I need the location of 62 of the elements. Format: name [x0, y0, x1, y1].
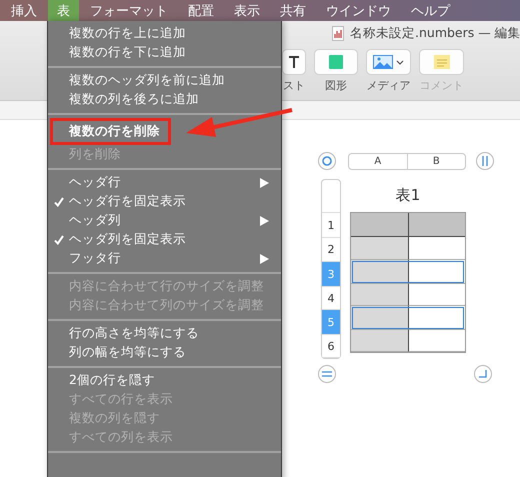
table-cell[interactable] [351, 237, 408, 260]
select-table-handle[interactable] [318, 152, 336, 170]
menu-item[interactable]: 列の幅を均等にする [48, 343, 281, 362]
menu-item[interactable]: 複数のヘッダ列を前に追加 [48, 71, 281, 90]
row-header[interactable]: 3 [322, 262, 340, 287]
chevron-icon [396, 60, 404, 64]
menu-item[interactable]: 複数の行を下に追加 [48, 43, 281, 62]
table-cell[interactable] [351, 330, 408, 352]
menu-item[interactable]: 行の高さを均等にする [48, 324, 281, 343]
table-cell[interactable] [408, 237, 465, 260]
menu-bar-item[interactable]: フォーマット [81, 0, 177, 21]
column-header[interactable]: A [349, 154, 406, 168]
toolbar-label: スト [283, 78, 305, 93]
checkmark-icon [54, 196, 64, 206]
triangle-icon [260, 178, 269, 188]
menu-bar-item[interactable]: ウインドウ [317, 0, 400, 21]
square-icon [329, 55, 343, 69]
menu-bar-item[interactable]: 表示 [225, 0, 269, 21]
triangle-icon [260, 216, 269, 226]
table-cell[interactable] [408, 260, 465, 284]
table-cell[interactable] [351, 284, 408, 306]
menu-item[interactable]: 複数の列を後ろに追加 [48, 90, 281, 109]
corner-icon [479, 370, 487, 378]
menu-bar-item[interactable]: ヘルプ [402, 0, 459, 21]
table-cell[interactable] [351, 306, 408, 330]
equals-icon [322, 371, 332, 377]
picture-icon [373, 55, 393, 69]
menu-bar-item[interactable]: 表 [48, 0, 79, 21]
menu-item[interactable]: 複数の行を削除 [50, 118, 171, 145]
triangle-icon [260, 254, 269, 264]
checkmark-icon [54, 234, 64, 244]
window-title: 名称未設定.numbers — 編集 [350, 24, 520, 42]
menu-item[interactable]: 2個の行を隠す [48, 371, 281, 390]
toolbar-button[interactable] [282, 49, 306, 75]
menu-item[interactable]: フッタ行 [48, 249, 281, 268]
table-title: 表1 [394, 185, 422, 206]
column-header[interactable]: B [406, 154, 465, 168]
menu-item[interactable]: ヘッダ列を固定表示 [48, 230, 281, 249]
menu-item[interactable]: ヘッダ行を固定表示 [48, 192, 281, 211]
table-cell[interactable] [351, 213, 408, 237]
table-cell[interactable] [408, 330, 465, 352]
text-icon [289, 56, 299, 68]
add-row-handle[interactable] [318, 365, 336, 383]
toolbar-label: 図形 [325, 78, 347, 93]
table-cell[interactable] [351, 260, 408, 284]
note-icon [434, 55, 450, 69]
menu-bar-item[interactable]: 配置 [179, 0, 223, 21]
resize-handle[interactable] [474, 365, 492, 383]
table-cell[interactable] [408, 213, 465, 237]
table-cell[interactable] [408, 306, 465, 330]
add-column-handle[interactable] [476, 152, 494, 170]
row-header[interactable]: 5 [322, 310, 340, 335]
menu-item[interactable]: ヘッダ列 [48, 211, 281, 230]
circle-icon [322, 156, 332, 166]
toolbar-label: メディア [366, 78, 410, 93]
table-cell[interactable] [408, 284, 465, 306]
menu-item[interactable]: ヘッダ行 [48, 173, 281, 192]
menu-bar-item[interactable]: 共有 [271, 0, 315, 21]
document-icon [332, 26, 344, 40]
menu-bar-item[interactable]: 挿入 [2, 0, 46, 21]
pause-icon [482, 156, 488, 166]
menu-item[interactable]: 複数の行を上に追加 [48, 24, 281, 43]
